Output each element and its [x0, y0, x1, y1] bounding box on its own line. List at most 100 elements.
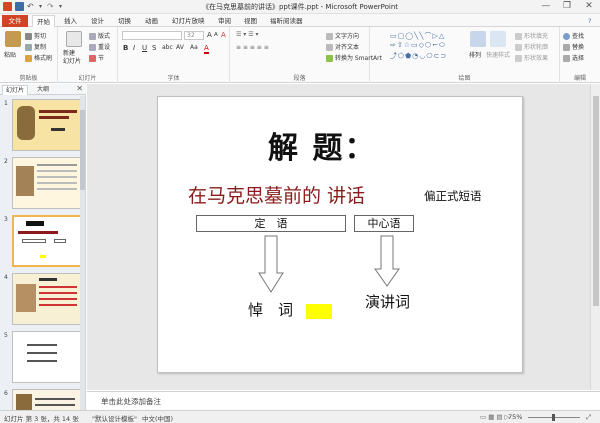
underline-button[interactable]: U	[142, 44, 147, 52]
layout-label: 版式	[98, 33, 111, 40]
font-color-button[interactable]: A	[204, 44, 209, 54]
new-slide-icon[interactable]	[66, 31, 82, 47]
format-painter-button[interactable]: 格式刷	[25, 53, 52, 62]
powerpoint-app-icon[interactable]	[3, 2, 12, 11]
modifier-box[interactable]: 定 语	[196, 215, 346, 232]
italic-button[interactable]: I	[133, 44, 135, 52]
arrange-icon[interactable]	[470, 31, 486, 47]
tab-insert[interactable]: 插入	[60, 15, 81, 27]
arrange-button[interactable]: 排列	[469, 50, 481, 59]
tab-slides-pane[interactable]: 幻灯片	[2, 85, 29, 95]
thumb-text-line	[39, 286, 77, 288]
undo-icon[interactable]: ↶	[27, 2, 36, 11]
maximize-button[interactable]: ❐	[556, 0, 578, 13]
find-button[interactable]: 查找	[563, 31, 584, 40]
shapes-gallery-row2[interactable]: ⇨⇧☆▭◇⬡⌐⬭	[390, 41, 446, 50]
tab-animations[interactable]: 动画	[141, 15, 162, 27]
ribbon: 粘贴 剪切 复制 格式刷 剪贴板 新建 幻灯片 版式 重设 节 幻灯片 32 A…	[0, 27, 600, 83]
thumb-subtitle	[18, 231, 58, 234]
customize-qat-icon[interactable]: ▾	[59, 2, 68, 11]
quick-styles-icon[interactable]	[490, 31, 506, 47]
pane-scrollbar-thumb[interactable]	[80, 110, 85, 190]
slide-thumbnail-1[interactable]	[12, 99, 82, 151]
tab-home[interactable]: 开始	[32, 15, 55, 27]
fit-to-window-icon[interactable]: ⤢	[586, 413, 591, 422]
new-slide-button[interactable]: 新建 幻灯片	[63, 50, 81, 66]
thumb-text-line	[35, 398, 75, 400]
slide-thumbnail-2[interactable]	[12, 157, 82, 209]
close-pane-icon[interactable]: ✕	[76, 84, 83, 93]
tab-slideshow[interactable]: 幻灯片放映	[168, 15, 209, 27]
head-word-box[interactable]: 中心语	[354, 215, 414, 232]
slide-edit-area: 解 题： 在马克思墓前的 讲话 偏正式短语 定 语 中心语 悼 词 演讲词	[87, 84, 590, 390]
shape-outline-button[interactable]: 形状轮廓	[515, 42, 548, 51]
save-icon[interactable]	[15, 2, 24, 11]
reset-button[interactable]: 重设	[89, 42, 110, 51]
layout-button[interactable]: 版式	[89, 31, 110, 40]
bold-button[interactable]: B	[123, 44, 128, 52]
align-text-button[interactable]: 对齐文本	[326, 42, 359, 51]
paste-button[interactable]: 粘贴	[4, 50, 16, 59]
change-case-button[interactable]: Aa	[190, 44, 198, 51]
slide-subtitle[interactable]: 在马克思墓前的 讲话	[188, 181, 365, 208]
shrink-font-button[interactable]: A	[214, 32, 218, 38]
grow-font-button[interactable]: A	[207, 31, 212, 39]
slide-thumbnail-4[interactable]	[12, 273, 82, 325]
redo-icon[interactable]: ↷	[47, 2, 56, 11]
shapes-gallery-row3[interactable]: ⤴⬠⬟◔◡⎔⊂⊃	[390, 51, 447, 61]
shadow-button[interactable]: abc	[162, 44, 173, 51]
right-answer-word[interactable]: 演讲词	[365, 291, 410, 312]
tab-view[interactable]: 视图	[240, 15, 261, 27]
help-icon[interactable]: ?	[584, 15, 595, 27]
vertical-scrollbar[interactable]	[590, 84, 600, 390]
minimize-button[interactable]: —	[535, 0, 557, 13]
tab-outline-pane[interactable]: 大纲	[34, 85, 52, 95]
phrase-type-label[interactable]: 偏正式短语	[424, 188, 482, 204]
language-indicator[interactable]: 中文(中国)	[142, 413, 173, 423]
replace-button[interactable]: 替换	[563, 42, 584, 51]
select-label: 选择	[572, 55, 585, 62]
zoom-level[interactable]: 75%	[508, 413, 522, 421]
section-button[interactable]: 节	[89, 53, 104, 62]
font-name-field[interactable]	[122, 31, 182, 40]
slide-thumbnail-3[interactable]	[12, 215, 82, 267]
zoom-slider-handle[interactable]	[552, 414, 555, 421]
copy-button[interactable]: 复制	[25, 42, 46, 51]
left-answer-word[interactable]: 悼 词	[248, 299, 293, 320]
tab-design[interactable]: 设计	[87, 15, 108, 27]
cut-button[interactable]: 剪切	[25, 31, 46, 40]
arrow-down-right[interactable]	[374, 235, 400, 287]
shapes-gallery[interactable]: ▭▢◯╲╲⌒▷△	[390, 31, 445, 41]
char-spacing-button[interactable]: AV	[176, 44, 184, 51]
text-direction-button[interactable]: 文字方向	[326, 31, 359, 40]
shape-fill-button[interactable]: 形状填充	[515, 31, 548, 40]
thumb-box	[54, 239, 66, 243]
arrow-down-left[interactable]	[258, 235, 284, 293]
bullets-button[interactable]: ☰ ▾ ☰ ▾	[236, 31, 259, 38]
notes-placeholder[interactable]: 单击此处添加备注	[101, 396, 161, 407]
font-group-label: 字体	[167, 75, 180, 82]
drawing-group: ▭▢◯╲╲⌒▷△ ⇨⇧☆▭◇⬡⌐⬭ ⤴⬠⬟◔◡⎔⊂⊃ 排列 快速样式 形状填充 …	[370, 27, 560, 83]
paste-icon[interactable]	[5, 31, 21, 47]
vertical-scrollbar-thumb[interactable]	[593, 96, 599, 306]
strikethrough-button[interactable]: S	[152, 44, 156, 52]
close-button[interactable]: ✕	[578, 0, 600, 13]
align-text-icon	[326, 44, 333, 51]
tab-review[interactable]: 审阅	[214, 15, 235, 27]
shape-effects-button[interactable]: 形状效果	[515, 53, 548, 62]
slide-title[interactable]: 解 题：	[268, 123, 376, 167]
tab-foxit-reader[interactable]: 福昕阅读器	[266, 15, 307, 27]
tab-file[interactable]: 文件	[2, 15, 28, 27]
pane-scrollbar[interactable]	[80, 96, 85, 414]
notes-pane[interactable]: 单击此处添加备注	[87, 391, 600, 409]
quick-styles-button[interactable]: 快速样式	[486, 50, 510, 59]
current-slide[interactable]: 解 题： 在马克思墓前的 讲话 偏正式短语 定 语 中心语 悼 词 演讲词	[157, 96, 523, 373]
font-size-field[interactable]: 32	[184, 31, 204, 40]
slide-thumbnail-5[interactable]	[12, 331, 82, 383]
tab-transitions[interactable]: 切换	[114, 15, 135, 27]
clear-format-button[interactable]: A	[221, 31, 226, 39]
highlight-blank[interactable]	[306, 304, 332, 319]
align-buttons[interactable]: ≡ ≡ ≡ ≡ ≡	[236, 44, 269, 51]
select-button[interactable]: 选择	[563, 53, 584, 62]
view-buttons[interactable]: ▭ ▦ ▤ ▷	[480, 413, 510, 421]
